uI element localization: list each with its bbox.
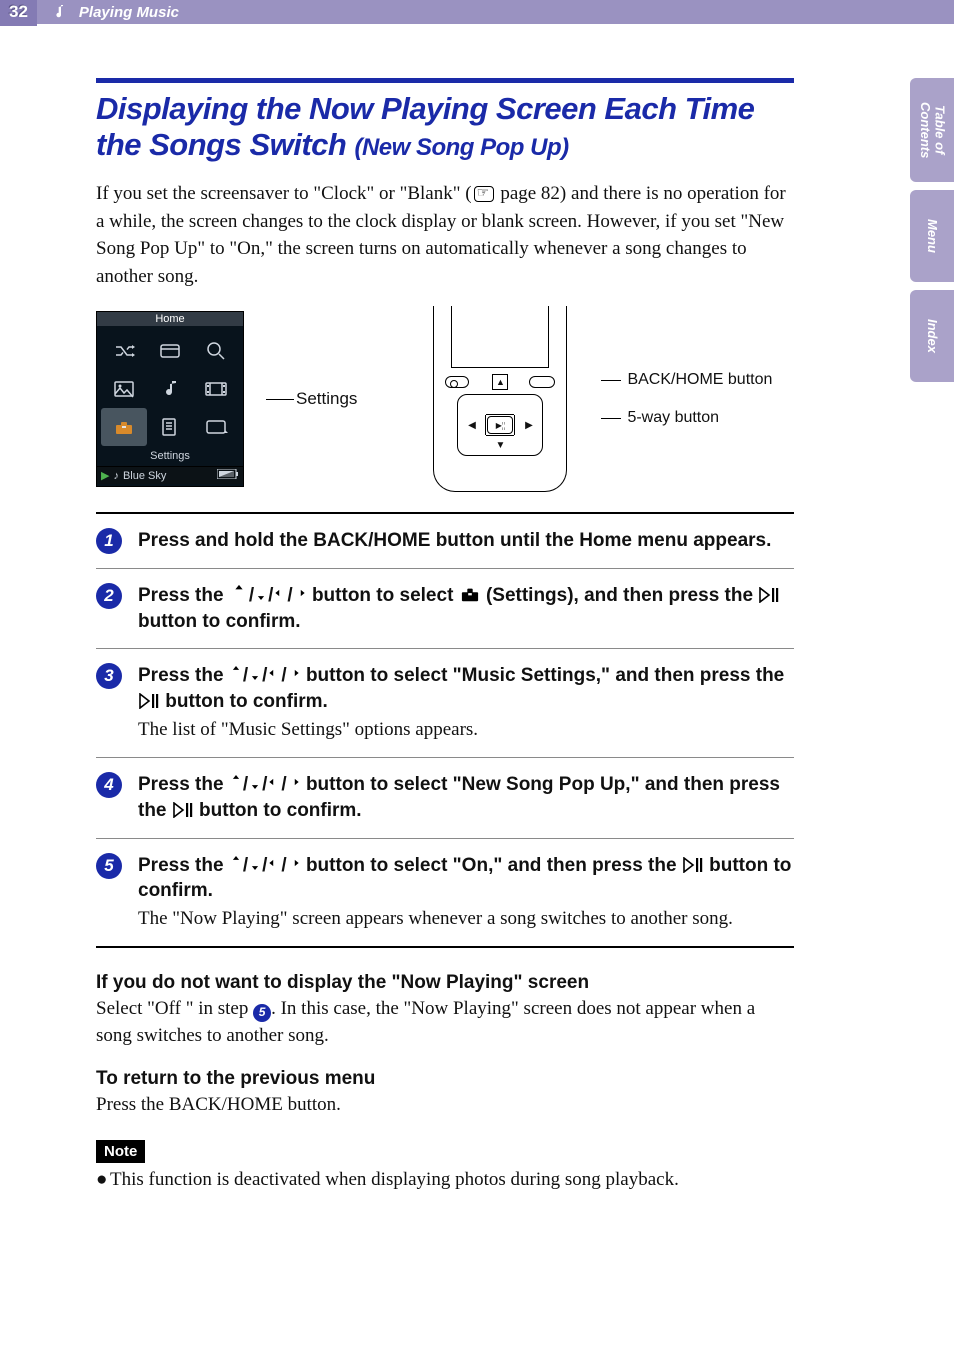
subscription-icon	[147, 332, 193, 370]
battery-icon	[217, 469, 239, 482]
playlist-icon	[147, 408, 193, 446]
step-4: 4 Press the /// button to select "New So…	[96, 758, 794, 838]
dpad-icon	[267, 663, 281, 683]
dpad-icon	[229, 583, 249, 603]
sub-body: Select "Off " in step 5. In this case, t…	[96, 996, 794, 1049]
bullet-icon: ●	[96, 1169, 110, 1191]
search-icon	[193, 332, 239, 370]
dpad-icon	[287, 853, 301, 873]
step-ref-badge: 5	[253, 1004, 271, 1022]
step-5: 5 Press the /// button to select "On," a…	[96, 839, 794, 949]
now-playing-title: Blue Sky	[123, 470, 166, 482]
dpad-icon	[273, 583, 287, 603]
home-screen-title: Home	[97, 312, 243, 326]
home-screen-selected-label: Settings	[97, 448, 243, 466]
dpad-icon	[229, 663, 243, 683]
back-home-button-graphic	[445, 376, 469, 388]
dpad-icon	[254, 583, 268, 603]
step-head: Press and hold the BACK/HOME button unti…	[138, 528, 794, 554]
music-note-icon	[51, 3, 65, 21]
dpad-icon	[293, 583, 307, 603]
page-title: Displaying the Now Playing Screen Each T…	[96, 91, 794, 162]
music-note-icon: ♪	[113, 470, 119, 482]
sub-body: Press the BACK/HOME button.	[96, 1092, 794, 1119]
step-2: 2 Press the /// button to select (Settin…	[96, 569, 794, 649]
device-diagram: ▲ ◀ ▶¦¦ ▶ ▼	[417, 306, 583, 492]
step-head: Press the /// button to select "New Song…	[138, 772, 794, 823]
subsection-off: If you do not want to display the "Now P…	[96, 972, 794, 1049]
now-playing-icon	[193, 408, 239, 446]
step-badge: 1	[96, 528, 122, 554]
play-pause-icon	[138, 693, 160, 709]
note-item: ●This function is deactivated when displ…	[96, 1169, 794, 1191]
up-btn-graphic: ▲	[492, 374, 508, 390]
settings-icon	[101, 408, 147, 446]
step-body: The "Now Playing" screen appears wheneve…	[138, 906, 794, 933]
five-way-pad-graphic: ◀ ▶¦¦ ▶ ▼	[457, 394, 543, 456]
reference-icon	[474, 186, 494, 202]
sub-head: To return to the previous menu	[96, 1068, 794, 1090]
photo-icon	[101, 370, 147, 408]
music-icon	[147, 370, 193, 408]
note-label: Note	[96, 1140, 145, 1163]
title-rule	[96, 78, 794, 83]
play-indicator-icon: ▶	[101, 469, 109, 482]
callout-line	[266, 399, 294, 400]
dpad-icon	[248, 772, 262, 792]
callout-settings-label: Settings	[296, 389, 357, 409]
dpad-icon	[267, 772, 281, 792]
header-bar: 32 Playing Music	[0, 0, 954, 24]
intro-paragraph: If you set the screensaver to "Clock" or…	[96, 180, 794, 290]
step-badge: 3	[96, 663, 122, 689]
dpad-icon	[287, 772, 301, 792]
step-body: The list of "Music Settings" options app…	[138, 717, 794, 744]
section-title: Playing Music	[79, 4, 179, 21]
step-badge: 2	[96, 583, 122, 609]
play-pause-icon	[172, 802, 194, 818]
play-pause-icon	[758, 587, 780, 603]
now-playing-bar: ▶ ♪ Blue Sky	[97, 466, 243, 484]
home-screen: Home Settings ▶ ♪ Blue Sky	[96, 311, 244, 487]
video-icon	[193, 370, 239, 408]
callout-backhome: BACK/HOME button	[601, 370, 772, 391]
dpad-icon	[267, 853, 281, 873]
step-3: 3 Press the /// button to select "Music …	[96, 649, 794, 758]
figure-row: Home Settings ▶ ♪ Blue Sky	[96, 306, 794, 492]
shuffle-icon	[101, 332, 147, 370]
toolbox-icon	[459, 585, 481, 603]
play-pause-icon	[682, 857, 704, 873]
subsection-return: To return to the previous menu Press the…	[96, 1068, 794, 1119]
hold-button-graphic	[529, 376, 555, 388]
step-badge: 4	[96, 772, 122, 798]
callout-5way: 5-way button	[601, 408, 772, 429]
step-head: Press the /// button to select "Music Se…	[138, 663, 794, 714]
dpad-icon	[229, 853, 243, 873]
dpad-icon	[229, 772, 243, 792]
page-number: 32	[0, 0, 37, 26]
step-1: 1 Press and hold the BACK/HOME button un…	[96, 514, 794, 569]
step-head: Press the /// button to select (Settings…	[138, 583, 794, 634]
step-head: Press the /// button to select "On," and…	[138, 853, 794, 904]
dpad-icon	[248, 853, 262, 873]
steps-list: 1 Press and hold the BACK/HOME button un…	[96, 512, 794, 948]
step-badge: 5	[96, 853, 122, 879]
dpad-icon	[287, 663, 301, 683]
sub-head: If you do not want to display the "Now P…	[96, 972, 794, 994]
dpad-icon	[248, 663, 262, 683]
